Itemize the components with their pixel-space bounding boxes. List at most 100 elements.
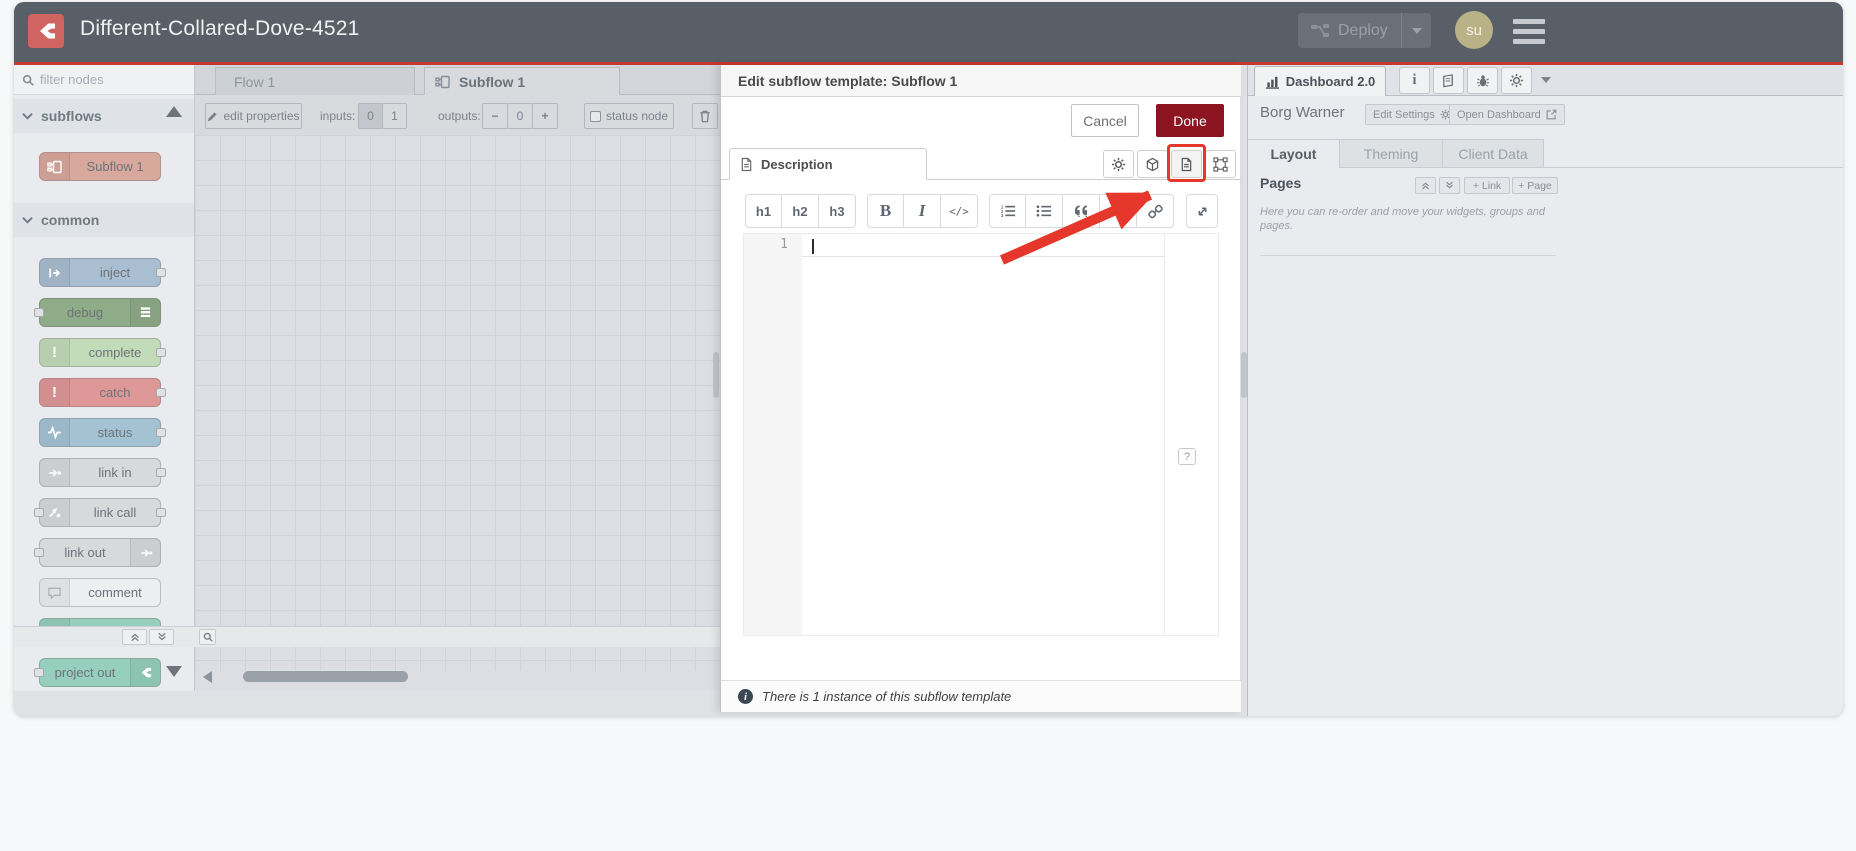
external-link-icon	[1546, 109, 1557, 120]
horizontal-scrollbar[interactable]	[243, 671, 408, 682]
tab-description[interactable]: Description	[729, 148, 927, 180]
outputs-decrement-button[interactable]: −	[482, 103, 508, 129]
palette-node-inject[interactable]: inject	[39, 258, 166, 287]
inputs-option-0[interactable]: 0	[358, 103, 383, 129]
sidebar-tab-bar: Dashboard 2.0 i	[1248, 65, 1843, 96]
subflow-icon	[40, 153, 70, 180]
subflow-toolbar: edit properties inputs: 0 1 outputs: − 0…	[195, 95, 720, 135]
inject-arrow-icon	[40, 259, 70, 286]
info-icon: i	[738, 689, 753, 704]
node-label: project out	[54, 665, 116, 680]
chevron-down-icon	[22, 217, 33, 224]
done-button[interactable]: Done	[1156, 104, 1224, 137]
inputs-option-1[interactable]: 1	[382, 103, 407, 129]
sidebar-info-tab-button[interactable]: i	[1399, 67, 1430, 94]
annotation-arrow	[999, 190, 1210, 265]
double-chevron-up-icon	[130, 633, 139, 642]
node-label: status	[97, 425, 133, 440]
user-avatar[interactable]: su	[1455, 11, 1493, 49]
hscroll-left-arrow[interactable]	[203, 671, 212, 683]
sidebar-more-tabs-button[interactable]	[1541, 77, 1551, 83]
pencil-icon	[208, 111, 218, 121]
output-port	[156, 428, 166, 437]
outputs-increment-button[interactable]: +	[532, 103, 558, 129]
palette-node-complete[interactable]: ! complete	[39, 338, 166, 367]
print-margin-line	[1164, 234, 1165, 635]
tab-client-data[interactable]: Client Data	[1443, 139, 1544, 167]
deploy-button[interactable]: Deploy	[1298, 13, 1431, 48]
workspace-tab-bar: Flow 1 Subflow 1	[195, 65, 720, 95]
dashboard-subtabs: Layout Theming Client Data	[1248, 139, 1843, 168]
exclamation-icon: !	[40, 379, 70, 406]
add-link-button[interactable]: + Link	[1464, 177, 1510, 194]
input-port	[34, 508, 44, 517]
sidebar-debug-tab-button[interactable]	[1467, 67, 1498, 94]
deploy-options-button[interactable]	[1401, 13, 1431, 48]
double-chevron-down-icon	[157, 632, 166, 641]
tab-label: Dashboard 2.0	[1285, 74, 1376, 89]
palette-scroll-up[interactable]	[166, 106, 182, 117]
palette-scroll-down[interactable]	[166, 666, 182, 677]
chevron-down-icon	[22, 113, 33, 120]
md-bold-button[interactable]: B	[867, 194, 904, 228]
workspace-scroll-handle[interactable]	[713, 352, 719, 398]
comment-bubble-icon	[40, 579, 70, 606]
palette-node-catch[interactable]: ! catch	[39, 378, 166, 407]
edit-settings-button[interactable]: Edit Settings	[1365, 104, 1459, 125]
palette-collapse-all-button[interactable]	[122, 629, 147, 645]
double-chevron-up-icon	[1422, 182, 1429, 190]
output-port	[156, 268, 166, 277]
palette-node-subflow-1[interactable]: Subflow 1	[39, 152, 161, 181]
open-dashboard-button[interactable]: Open Dashboard	[1449, 104, 1565, 125]
deploy-label: Deploy	[1338, 21, 1388, 39]
md-h3-button[interactable]: h3	[819, 194, 856, 228]
input-port	[34, 308, 44, 317]
md-italic-button[interactable]: I	[904, 194, 941, 228]
input-port	[34, 668, 44, 677]
palette-section-common[interactable]: common	[14, 203, 194, 237]
palette-node-comment[interactable]: comment	[39, 578, 161, 607]
palette-footer	[14, 626, 195, 647]
palette-node-link-out[interactable]: link out	[34, 538, 161, 567]
dialog-title: Edit subflow template: Subflow 1	[721, 65, 1241, 97]
palette-node-link-in[interactable]: link in	[39, 458, 166, 487]
description-editor[interactable]: 1	[743, 233, 1219, 636]
add-page-button[interactable]: + Page	[1512, 177, 1558, 194]
workspace-zoom-button[interactable]	[199, 629, 216, 645]
tab-flow-1[interactable]: Flow 1	[215, 67, 415, 95]
node-label: link in	[98, 465, 132, 480]
palette-expand-all-button[interactable]	[149, 629, 174, 645]
tab-layout[interactable]: Layout	[1248, 139, 1340, 168]
palette-node-link-call[interactable]: link call	[34, 498, 166, 527]
book-icon	[1443, 73, 1453, 87]
tab-theming[interactable]: Theming	[1340, 139, 1443, 167]
link-out-icon	[130, 539, 160, 566]
pages-expand-all-button[interactable]	[1439, 177, 1460, 194]
md-h1-button[interactable]: h1	[745, 194, 782, 228]
tab-subflow-1[interactable]: Subflow 1	[424, 67, 620, 95]
tab-label: Subflow 1	[459, 73, 526, 90]
palette-filter[interactable]: filter nodes	[14, 65, 194, 95]
palette-node-status[interactable]: status	[39, 418, 166, 447]
pages-collapse-all-button[interactable]	[1415, 177, 1436, 194]
header: Different-Collared-Dove-4521 Deploy su	[14, 2, 1843, 62]
status-node-checkbox[interactable]: status node	[584, 103, 674, 129]
tab-dashboard-2[interactable]: Dashboard 2.0	[1254, 66, 1386, 96]
cancel-button[interactable]: Cancel	[1071, 104, 1139, 137]
node-label: debug	[66, 305, 104, 320]
editor-help-button[interactable]: ?	[1178, 448, 1196, 465]
md-heading-group: h1 h2 h3	[745, 194, 856, 228]
section-label: subflows	[41, 108, 102, 124]
pulse-icon	[40, 419, 70, 446]
sidebar-config-tab-button[interactable]	[1501, 67, 1532, 94]
palette-node-debug[interactable]: debug	[34, 298, 161, 327]
palette-node-project-out[interactable]: project out	[34, 658, 161, 687]
workspace-canvas[interactable]	[195, 135, 720, 671]
double-chevron-down-icon	[1446, 181, 1453, 189]
line-number: 1	[780, 237, 788, 252]
delete-subflow-button[interactable]	[692, 103, 718, 129]
md-h2-button[interactable]: h2	[782, 194, 819, 228]
edit-properties-button[interactable]: edit properties	[205, 103, 302, 129]
main-menu-button[interactable]	[1513, 19, 1545, 44]
sidebar-help-tab-button[interactable]	[1433, 67, 1464, 94]
